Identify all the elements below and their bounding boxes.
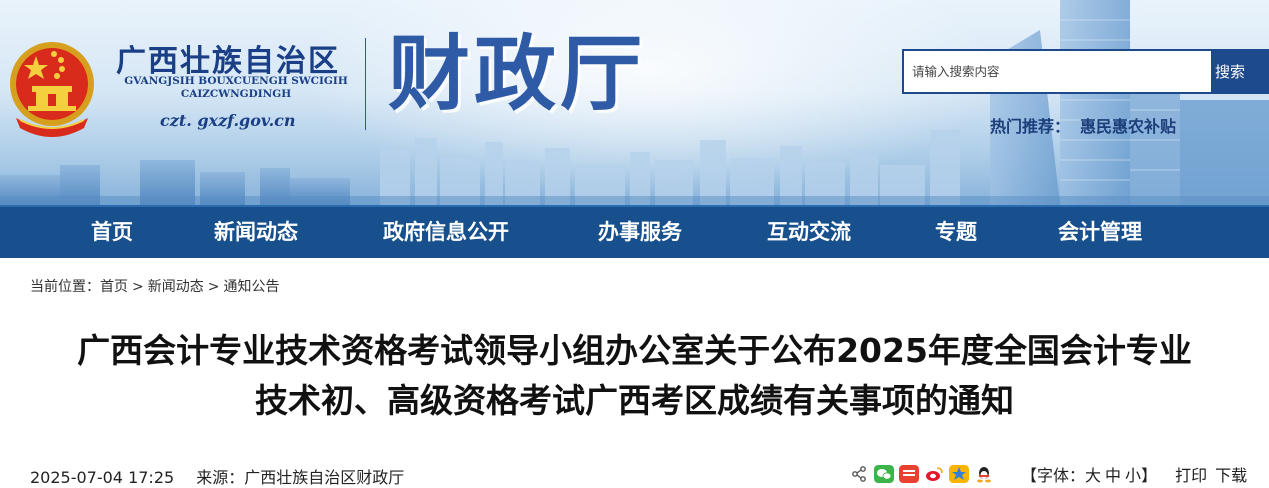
article-title: 广西会计专业技术资格考试领导小组办公室关于公布2025年度全国会计专业 技术初、… [20, 326, 1249, 426]
article-title-line-2: 技术初、高级资格考试广西考区成绩有关事项的通知 [255, 381, 1014, 420]
site-domain[interactable]: czt. gxzf.gov.cn [160, 111, 296, 130]
search-button[interactable]: 搜索 [1211, 51, 1267, 92]
breadcrumb-item-news[interactable]: 新闻动态 [148, 279, 204, 295]
article-datetime: 2025-07-04 17:25 [30, 468, 175, 487]
breadcrumb-item-notices[interactable]: 通知公告 [223, 279, 279, 295]
font-size-medium[interactable]: 中 [1105, 466, 1121, 485]
font-size-large[interactable]: 大 [1085, 466, 1101, 485]
weibo-icon[interactable] [924, 465, 944, 483]
print-link[interactable]: 打印 [1175, 462, 1207, 486]
breadcrumb-item-home[interactable]: 首页 [100, 279, 128, 295]
font-size-open: 【字体： [1021, 466, 1086, 485]
article-tools: 【字体：大中小】 打印 下载 [850, 463, 1247, 485]
site-name-pinyin: GVANGJSIH BOUXCUENGH SWCIGIH CAIZCWNGDIN… [124, 75, 348, 100]
article-meta: 2025-07-04 17:25 来源：广西壮族自治区财政厅 [30, 464, 404, 488]
font-size-close: 】 [1141, 466, 1158, 485]
site-name: 广西壮族自治区 [116, 44, 340, 79]
header-banner: 广西壮族自治区 GVANGJSIH BOUXCUENGH SWCIGIH CAI… [0, 0, 1269, 205]
hot-recommend-link[interactable]: 惠民惠农补贴 [1080, 117, 1176, 136]
department-name: 财政厅 [388, 26, 647, 122]
header-divider [365, 38, 366, 130]
share-icon[interactable] [850, 465, 868, 483]
nav-item-interaction[interactable]: 互动交流 [767, 207, 851, 258]
nav-item-services[interactable]: 办事服务 [598, 207, 682, 258]
nav-item-accounting[interactable]: 会计管理 [1058, 207, 1142, 258]
font-size-small[interactable]: 小 [1125, 466, 1141, 485]
breadcrumb-separator: > [207, 279, 220, 295]
nav-item-home[interactable]: 首页 [91, 207, 133, 258]
hot-recommend-label: 热门推荐： [990, 117, 1071, 136]
nav-item-gov-info[interactable]: 政府信息公开 [383, 207, 509, 258]
search-input[interactable] [904, 51, 1211, 92]
main-nav: 首页 新闻动态 政府信息公开 办事服务 互动交流 专题 会计管理 [0, 205, 1269, 258]
breadcrumb-label: 当前位置： [30, 279, 100, 295]
font-size-control: 【字体：大中小】 [1021, 462, 1157, 486]
article-title-line-1: 广西会计专业技术资格考试领导小组办公室关于公布2025年度全国会计专业 [77, 331, 1192, 370]
breadcrumb-separator: > [132, 279, 144, 295]
article-source: 来源：广西壮族自治区财政厅 [196, 468, 405, 487]
search-box: 搜索 [902, 49, 1269, 94]
national-emblem-icon [10, 42, 94, 137]
qzone-icon[interactable] [949, 465, 969, 483]
toutiao-icon[interactable] [899, 465, 919, 483]
download-link[interactable]: 下载 [1215, 462, 1247, 486]
breadcrumb: 当前位置：首页 > 新闻动态 > 通知公告 [30, 276, 279, 296]
nav-item-news[interactable]: 新闻动态 [214, 207, 298, 258]
nav-item-topics[interactable]: 专题 [935, 207, 977, 258]
qq-icon[interactable] [974, 465, 994, 483]
wechat-icon[interactable] [874, 465, 894, 483]
hot-recommend: 热门推荐： 惠民惠农补贴 [990, 113, 1176, 137]
